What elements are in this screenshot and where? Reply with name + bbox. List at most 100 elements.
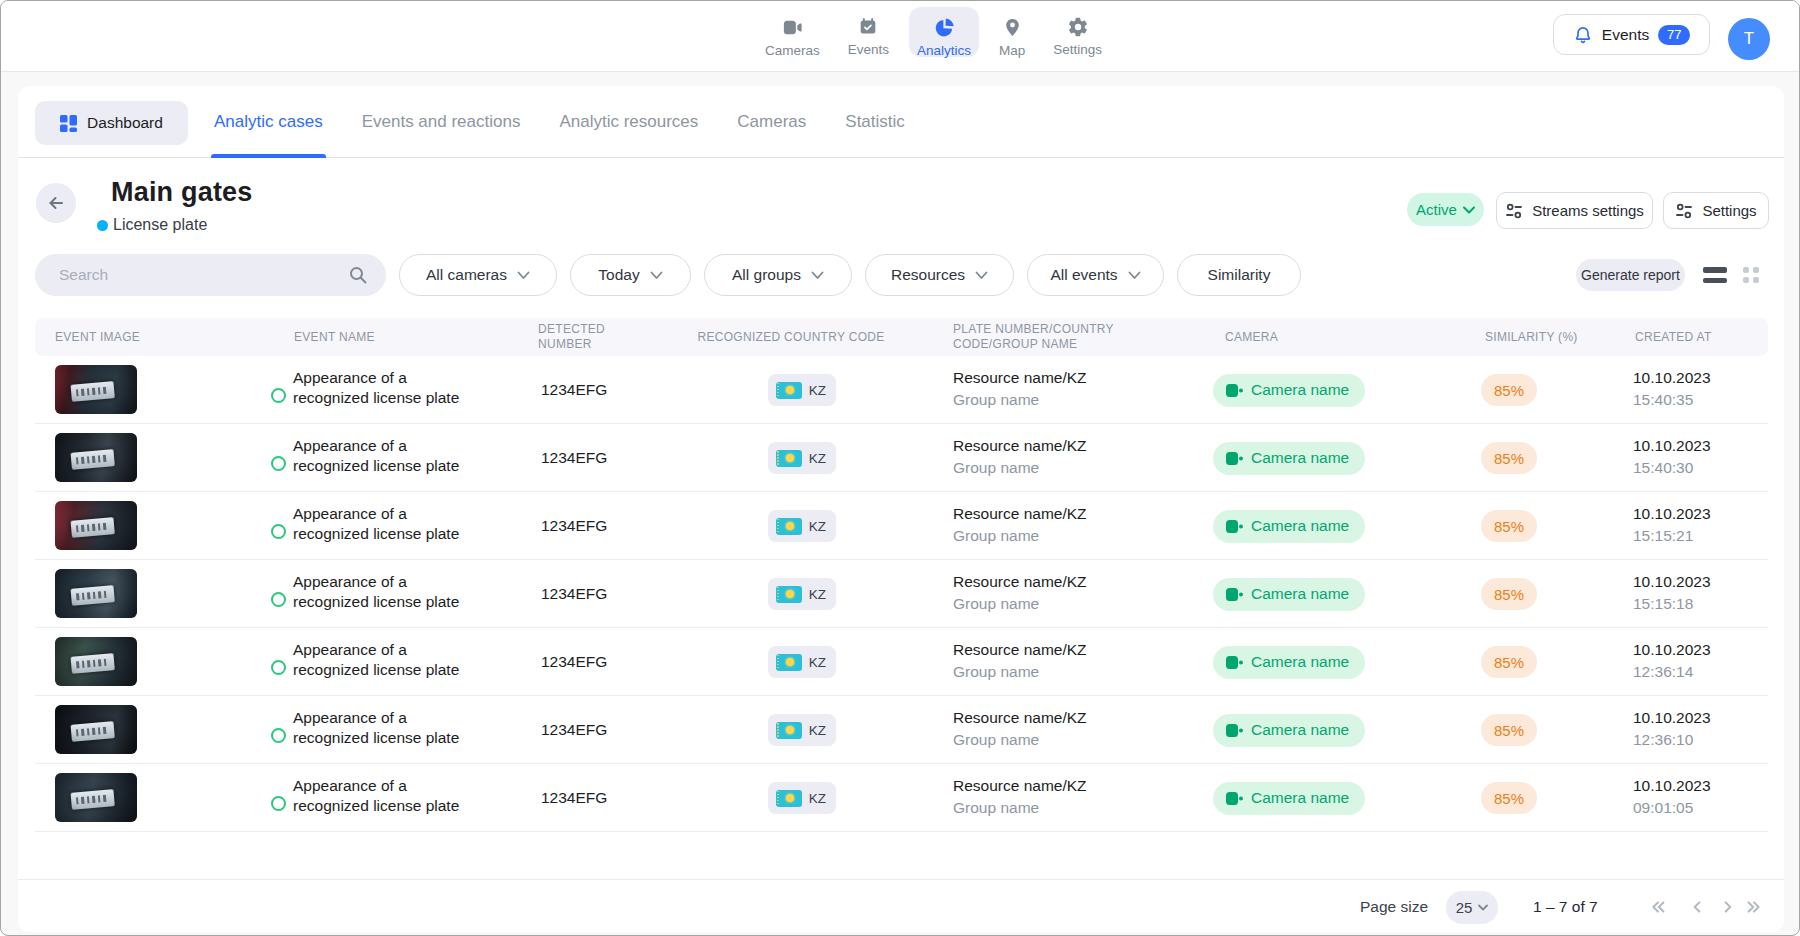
generate-report-button[interactable]: Generate report xyxy=(1576,259,1685,291)
events-count-badge: 77 xyxy=(1658,25,1690,45)
tab-analytic-cases[interactable]: Analytic cases xyxy=(214,86,323,158)
detected-number: 1234EFG xyxy=(541,492,607,560)
sliders-icon xyxy=(1675,202,1693,220)
camera-name: Camera name xyxy=(1251,789,1349,807)
event-image[interactable] xyxy=(55,569,137,618)
resource-name: Resource name/KZ xyxy=(953,368,1087,388)
last-page-button[interactable] xyxy=(1743,895,1767,919)
nav-item-analytics[interactable]: Analytics xyxy=(909,7,979,57)
filter-all-cameras[interactable]: All cameras xyxy=(399,254,557,296)
nav-item-map[interactable]: Map xyxy=(991,7,1033,57)
col-detected-number: DETECTED NUMBER xyxy=(538,318,638,356)
nav-label-map: Map xyxy=(999,43,1025,58)
events-button-label: Events xyxy=(1602,26,1649,44)
event-status-ring-icon xyxy=(271,728,286,743)
group-name: Group name xyxy=(953,799,1087,816)
country-code-label: KZ xyxy=(809,519,826,534)
filter-resources[interactable]: Resources xyxy=(865,254,1014,296)
event-image[interactable] xyxy=(55,433,137,482)
event-image[interactable] xyxy=(55,773,137,822)
event-image[interactable] xyxy=(55,705,137,754)
resource-name: Resource name/KZ xyxy=(953,572,1087,592)
camera-badge[interactable]: Camera name xyxy=(1213,374,1365,407)
country-code-badge: KZ xyxy=(768,646,836,678)
streams-settings-label: Streams settings xyxy=(1532,202,1644,219)
col-event-name: EVENT NAME xyxy=(294,318,375,356)
camera-badge[interactable]: Camera name xyxy=(1213,442,1365,475)
event-name: Appearance of a recognized license plate xyxy=(293,776,483,816)
event-name: Appearance of a recognized license plate xyxy=(293,708,483,748)
case-settings-button[interactable]: Settings xyxy=(1663,192,1769,229)
grid-view-icon[interactable] xyxy=(1743,267,1759,283)
tab-cameras[interactable]: Cameras xyxy=(737,86,806,158)
camera-icon xyxy=(1226,520,1243,533)
filter-all-events[interactable]: All events xyxy=(1027,254,1164,296)
nav-item-settings[interactable]: Settings xyxy=(1045,7,1110,57)
filter-all-groups[interactable]: All groups xyxy=(704,254,852,296)
table-row[interactable]: Appearance of a recognized license plate… xyxy=(35,424,1768,492)
created-date: 10.10.2023 xyxy=(1633,504,1711,524)
camera-name: Camera name xyxy=(1251,449,1349,467)
nav-item-events[interactable]: Events xyxy=(840,7,897,57)
avatar[interactable]: T xyxy=(1728,18,1770,60)
camera-name: Camera name xyxy=(1251,381,1349,399)
list-view-icon[interactable] xyxy=(1703,267,1727,283)
page-size-select[interactable]: 25 xyxy=(1446,891,1498,924)
created-date: 10.10.2023 xyxy=(1633,436,1711,456)
detected-number: 1234EFG xyxy=(541,356,607,424)
tab-analytic-resources[interactable]: Analytic resources xyxy=(559,86,698,158)
camera-badge[interactable]: Camera name xyxy=(1213,714,1365,747)
table-row[interactable]: Appearance of a recognized license plate… xyxy=(35,492,1768,560)
event-image[interactable] xyxy=(55,637,137,686)
back-button[interactable] xyxy=(36,183,76,223)
table-row[interactable]: Appearance of a recognized license plate… xyxy=(35,628,1768,696)
country-code-label: KZ xyxy=(809,383,826,398)
next-page-button[interactable] xyxy=(1716,895,1740,919)
created-time: 15:15:21 xyxy=(1633,527,1711,544)
page-subtitle: License plate xyxy=(97,216,207,234)
camera-badge[interactable]: Camera name xyxy=(1213,646,1365,679)
events-notifications-button[interactable]: Events 77 xyxy=(1553,14,1710,55)
table-row[interactable]: Appearance of a recognized license plate… xyxy=(35,356,1768,424)
search-input[interactable] xyxy=(59,266,339,284)
page-title: Main gates xyxy=(111,177,253,208)
nav-item-cameras[interactable]: Cameras xyxy=(757,7,828,57)
resource-name: Resource name/KZ xyxy=(953,776,1087,796)
similarity-badge: 85% xyxy=(1481,714,1537,746)
resource-name: Resource name/KZ xyxy=(953,640,1087,660)
kz-flag-icon xyxy=(776,790,802,807)
kz-flag-icon xyxy=(776,722,802,739)
analytics-icon xyxy=(933,16,956,39)
table-row[interactable]: Appearance of a recognized license plate… xyxy=(35,560,1768,628)
page-size-label: Page size xyxy=(1360,898,1428,916)
country-code-label: KZ xyxy=(809,587,826,602)
event-image[interactable] xyxy=(55,501,137,550)
tabs-row: Dashboard Analytic cases Events and react… xyxy=(18,86,1784,158)
table-row[interactable]: Appearance of a recognized license plate… xyxy=(35,764,1768,832)
event-image[interactable] xyxy=(55,365,137,414)
col-plate-number: PLATE NUMBER/COUNTRY CODE/GROUP NAME xyxy=(953,318,1121,356)
nav-label-settings: Settings xyxy=(1053,42,1102,57)
table-row[interactable]: Appearance of a recognized license plate… xyxy=(35,696,1768,764)
country-code-badge: KZ xyxy=(768,442,836,474)
filter-similarity[interactable]: Similarity xyxy=(1177,254,1301,296)
status-dropdown[interactable]: Active xyxy=(1407,193,1484,226)
chevron-down-icon xyxy=(975,271,988,280)
created-time: 15:40:35 xyxy=(1633,391,1711,408)
search-icon[interactable] xyxy=(348,265,368,289)
table-body: Appearance of a recognized license plate… xyxy=(35,356,1768,832)
streams-settings-button[interactable]: Streams settings xyxy=(1496,192,1653,229)
prev-page-button[interactable] xyxy=(1685,895,1709,919)
chevron-down-icon xyxy=(1128,271,1141,280)
camera-badge[interactable]: Camera name xyxy=(1213,782,1365,815)
first-page-button[interactable] xyxy=(1645,895,1669,919)
tab-statistic[interactable]: Statistic xyxy=(845,86,905,158)
dashboard-button[interactable]: Dashboard xyxy=(35,101,188,145)
tab-events-and-reactions[interactable]: Events and reactions xyxy=(362,86,521,158)
camera-badge[interactable]: Camera name xyxy=(1213,578,1365,611)
event-status-ring-icon xyxy=(271,660,286,675)
similarity-badge: 85% xyxy=(1481,578,1537,610)
camera-badge[interactable]: Camera name xyxy=(1213,510,1365,543)
filter-today[interactable]: Today xyxy=(570,254,691,296)
tabs: Analytic cases Events and reactions Analyt… xyxy=(214,86,905,158)
